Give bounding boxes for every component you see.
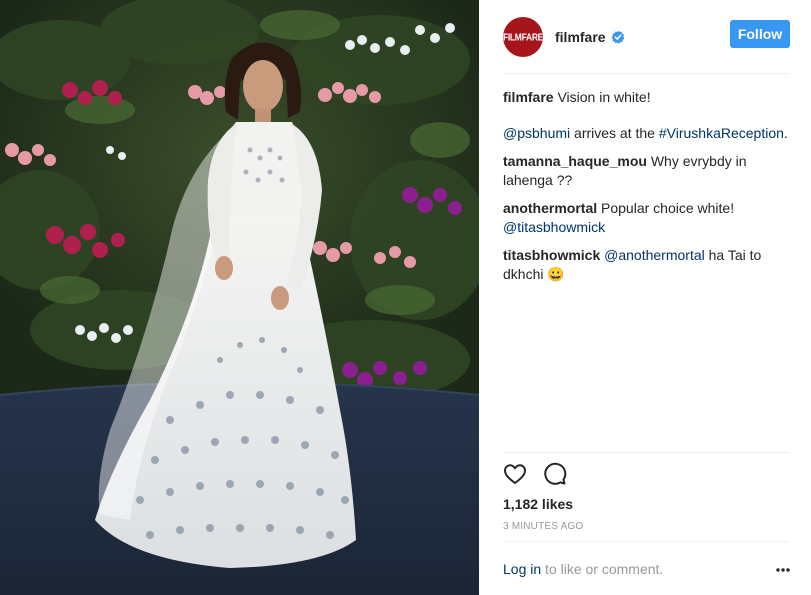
list-item: titasbhowmick @anothermortal ha Tai to d… (503, 246, 793, 284)
comment-mention-link[interactable]: @anothermortal (604, 247, 705, 263)
list-item: tamanna_haque_mou Why evrybdy in lahenga… (503, 152, 793, 190)
heart-icon[interactable] (503, 462, 527, 486)
comment-mention-link[interactable]: @titasbhowmick (503, 219, 605, 235)
comment-username[interactable]: anothermortal (503, 200, 597, 216)
comment-username[interactable]: titasbhowmick (503, 247, 600, 263)
caption: filmfare Vision in white! (503, 88, 793, 107)
actions-divider (503, 452, 789, 453)
post-header: FILMFARE filmfare Follow (479, 0, 811, 74)
login-prompt: Log in to like or comment. (503, 561, 663, 577)
likes-count[interactable]: 1,182 likes (503, 496, 573, 512)
post-timestamp: 3 MINUTES AGO (503, 521, 584, 532)
header-divider (503, 73, 789, 74)
caption-continued: @psbhumi arrives at the #VirushkaRecepti… (503, 124, 793, 143)
login-link[interactable]: Log in (503, 561, 541, 577)
caption-mid-text: arrives at the (574, 125, 655, 141)
caption-mention-link[interactable]: @psbhumi (503, 125, 570, 141)
footer-divider (503, 541, 789, 542)
comment-text: Popular choice white! (601, 200, 735, 216)
caption-text: Vision in white! (557, 89, 651, 105)
comment-username[interactable]: tamanna_haque_mou (503, 153, 647, 169)
post-side-panel: FILMFARE filmfare Follow filmfare Vision… (479, 0, 811, 595)
verified-badge-icon (611, 30, 625, 44)
login-prompt-text: to like or comment. (545, 561, 664, 577)
follow-button[interactable]: Follow (730, 20, 790, 48)
header-username[interactable]: filmfare (555, 29, 625, 45)
more-options-icon[interactable] (775, 563, 791, 575)
post-photo[interactable] (0, 0, 479, 595)
caption-hashtag-link[interactable]: #VirushkaReception (659, 125, 784, 141)
post-image (0, 0, 479, 595)
caption-username[interactable]: filmfare (503, 89, 554, 105)
post-actions (503, 462, 567, 486)
comment-bubble-icon[interactable] (543, 462, 567, 486)
list-item: anothermortal Popular choice white! @tit… (503, 199, 793, 237)
avatar-logo-text: FILMFARE (503, 31, 543, 43)
avatar[interactable]: FILMFARE (503, 17, 543, 57)
header-username-text: filmfare (555, 29, 606, 45)
caption-end-text: . (783, 125, 788, 141)
comments-list: filmfare Vision in white! @psbhumi arriv… (503, 88, 793, 293)
